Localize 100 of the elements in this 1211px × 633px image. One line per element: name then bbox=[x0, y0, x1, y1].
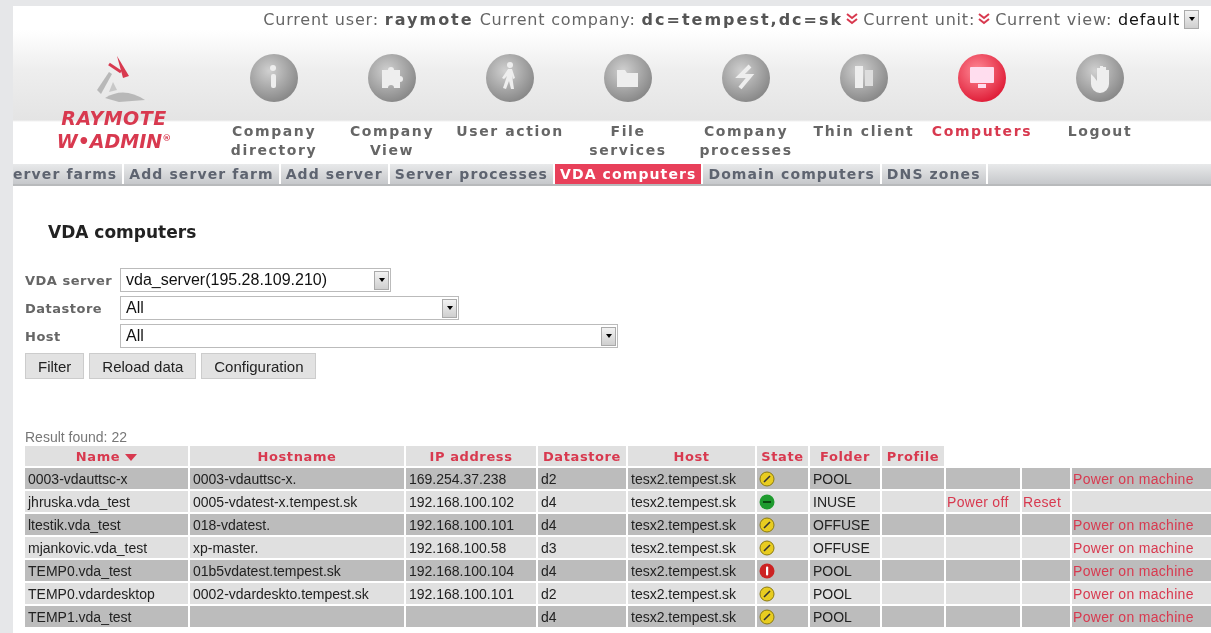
subnav-tab[interactable]: erver farms bbox=[13, 164, 125, 184]
filter-label: Host bbox=[25, 328, 62, 344]
monitor-icon bbox=[956, 52, 1008, 104]
table-cell: 0003-vdauttsc-x. bbox=[190, 468, 404, 489]
logo-text: RAYMOTE bbox=[61, 108, 167, 128]
table-cell: d3 bbox=[538, 537, 626, 558]
info-icon bbox=[248, 52, 300, 104]
table-cell: POOL bbox=[810, 583, 880, 604]
table-cell: tesx2.tempest.sk bbox=[628, 491, 755, 512]
column-header[interactable]: Name bbox=[25, 446, 188, 466]
subnav-tab[interactable]: Add server farm bbox=[124, 164, 281, 184]
column-header[interactable]: Folder bbox=[810, 446, 880, 466]
double-chevron-icon bbox=[977, 12, 992, 25]
hand-icon bbox=[1074, 52, 1126, 104]
company-name: dc=tempest,dc=sk bbox=[641, 9, 844, 29]
table-cell: 192.168.100.102 bbox=[406, 491, 536, 512]
table-cell: POOL bbox=[810, 560, 880, 581]
sort-down-icon bbox=[125, 453, 138, 461]
column-header[interactable]: Host bbox=[628, 446, 755, 466]
nav-item[interactable]: Logout bbox=[1041, 52, 1159, 164]
action-button[interactable]: Filter bbox=[25, 353, 85, 379]
dropdown-arrow-icon bbox=[1187, 16, 1196, 22]
table-cell: 0005-vdatest-x.tempest.sk bbox=[190, 491, 404, 512]
table-cell: 0003-vdauttsc-x bbox=[25, 468, 188, 489]
table-cell: d2 bbox=[538, 468, 626, 489]
table-cell: 169.254.37.238 bbox=[406, 468, 536, 489]
dropdown-arrow-icon bbox=[445, 305, 454, 311]
table-cell: POOL bbox=[810, 468, 880, 489]
user-label: Current user: bbox=[263, 9, 379, 29]
select-field[interactable]: All bbox=[120, 296, 459, 320]
nav-item[interactable]: User action bbox=[451, 52, 569, 164]
minus-circle-icon bbox=[759, 493, 775, 510]
puzzle-icon bbox=[366, 52, 418, 104]
table-cell: OFFUSE bbox=[810, 514, 880, 535]
filter-label: Datastore bbox=[25, 300, 104, 316]
table-cell: tesx2.tempest.sk bbox=[628, 583, 755, 604]
subnav-tab[interactable]: DNS zones bbox=[881, 164, 988, 184]
table-cell: OFFUSE bbox=[810, 537, 880, 558]
view-select[interactable]: default bbox=[1118, 9, 1199, 29]
table-cell: tesx2.tempest.sk bbox=[628, 606, 755, 627]
table-cell: tesx2.tempest.sk bbox=[628, 560, 755, 581]
table-cell: d4 bbox=[538, 560, 626, 581]
logo-text: W•ADMIN bbox=[56, 130, 163, 153]
subnav-tab[interactable]: VDA computers bbox=[555, 164, 704, 184]
table-cell: jhruska.vda_test bbox=[25, 491, 188, 512]
table-cell: 192.168.100.101 bbox=[406, 583, 536, 604]
select-field[interactable]: vda_server(195.28.109.210) bbox=[120, 268, 391, 292]
table-cell: 192.168.100.101 bbox=[406, 514, 536, 535]
table-cell: TEMP1.vda_test bbox=[25, 606, 188, 627]
table-cell: 192.168.100.104 bbox=[406, 560, 536, 581]
column-header[interactable]: Profile bbox=[882, 446, 944, 466]
table-cell: d4 bbox=[538, 491, 626, 512]
table-cell: d4 bbox=[538, 606, 626, 627]
table-cell: mjankovic.vda_test bbox=[25, 537, 188, 558]
table-cell: TEMP0.vda_test bbox=[25, 560, 188, 581]
action-button[interactable]: Reload data bbox=[89, 353, 197, 379]
table-cell: d4 bbox=[538, 514, 626, 535]
walking-person-icon bbox=[484, 52, 536, 104]
view-label: Current view: bbox=[995, 9, 1113, 29]
nav-item[interactable]: Computers bbox=[923, 52, 1041, 164]
table-cell: ltestik.vda_test bbox=[25, 514, 188, 535]
table-cell: 01b5vdatest.tempest.sk bbox=[190, 560, 404, 581]
table-cell: tesx2.tempest.sk bbox=[628, 514, 755, 535]
pencil-circle-icon bbox=[759, 539, 775, 556]
nav-item[interactable]: Thin client bbox=[805, 52, 923, 164]
dropdown-arrow-icon bbox=[604, 333, 613, 339]
table-cell: xp-master. bbox=[190, 537, 404, 558]
table-cell: POOL bbox=[810, 606, 880, 627]
user-name: raymote bbox=[384, 9, 474, 29]
select-field[interactable]: All bbox=[120, 324, 618, 348]
column-header[interactable]: Hostname bbox=[190, 446, 404, 466]
company-label: Current company: bbox=[479, 9, 636, 29]
registered-mark: ® bbox=[162, 133, 172, 143]
nav-item[interactable]: File services bbox=[569, 52, 687, 164]
pencil-circle-icon bbox=[759, 470, 775, 487]
column-header[interactable]: Datastore bbox=[538, 446, 626, 466]
table-cell: tesx2.tempest.sk bbox=[628, 537, 755, 558]
subnav-tab[interactable]: Add server bbox=[280, 164, 390, 184]
pencil-circle-icon bbox=[759, 585, 775, 602]
nav-item[interactable]: Company View bbox=[333, 52, 451, 164]
table-cell: 192.168.100.58 bbox=[406, 537, 536, 558]
filter-label: VDA server bbox=[25, 272, 114, 288]
action-button[interactable]: Configuration bbox=[201, 353, 317, 379]
page-title: VDA computers bbox=[48, 222, 198, 242]
exclamation-circle-icon bbox=[759, 562, 775, 579]
table-cell: 0002-vdardeskto.tempest.sk bbox=[190, 583, 404, 604]
pencil-circle-icon bbox=[759, 516, 775, 533]
table-cell: tesx2.tempest.sk bbox=[628, 468, 755, 489]
subnav-tab[interactable]: Domain computers bbox=[703, 164, 882, 184]
nav-item[interactable]: Company processes bbox=[687, 52, 805, 164]
table-cell: INUSE bbox=[810, 491, 880, 512]
column-header[interactable]: State bbox=[757, 446, 808, 466]
column-header[interactable]: IP address bbox=[406, 446, 536, 466]
dropdown-arrow-icon bbox=[377, 277, 386, 283]
table-cell: d2 bbox=[538, 583, 626, 604]
nav-item[interactable]: Company directory bbox=[215, 52, 333, 164]
table-cell: 018-vdatest. bbox=[190, 514, 404, 535]
table-cell: TEMP0.vdardesktop bbox=[25, 583, 188, 604]
double-chevron-icon bbox=[845, 12, 860, 25]
unit-label: Current unit: bbox=[863, 9, 976, 29]
